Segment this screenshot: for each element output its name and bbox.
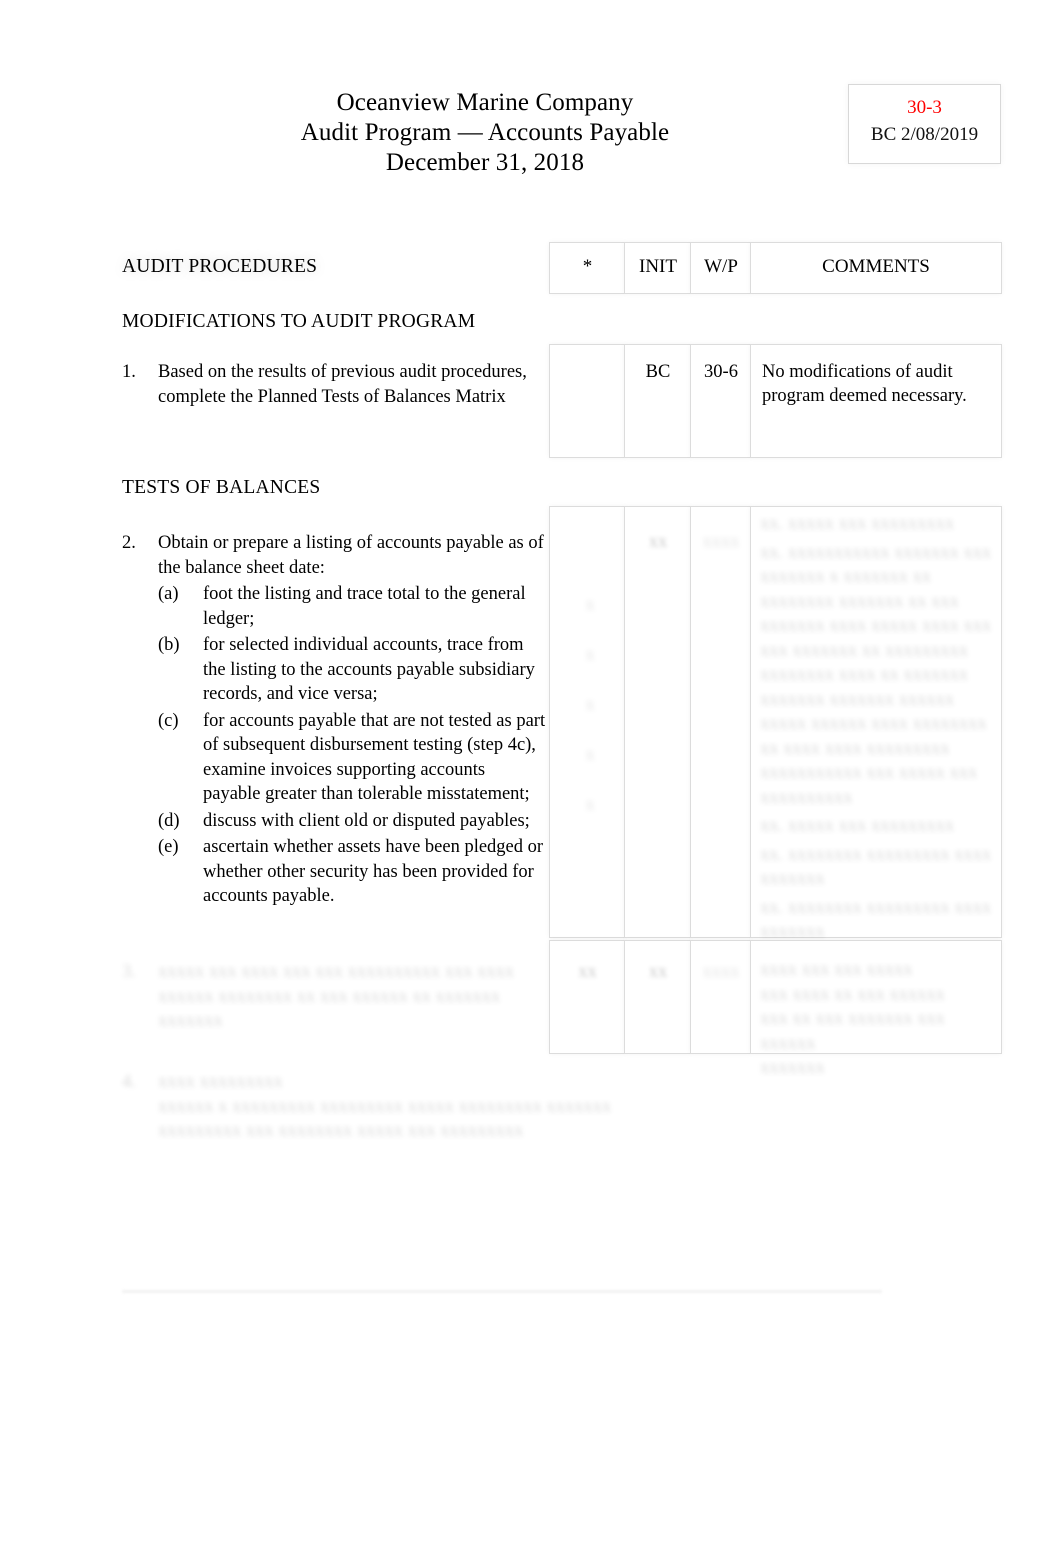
subitem-label: (a) bbox=[158, 584, 179, 604]
row3-comments-value: xxxx xxx xxx xxxxx xxx xxxx xx xxx xxxxx… bbox=[760, 958, 996, 1081]
star-mark: x bbox=[585, 745, 595, 765]
row2-wp-value: xxxx bbox=[690, 530, 752, 555]
subitem-text: for accounts payable that are not tested… bbox=[203, 710, 546, 805]
procedure-number: 3. bbox=[122, 962, 136, 982]
program-subtitle: Audit Program — Accounts Payable bbox=[300, 119, 670, 146]
column-header-wp: W/P bbox=[704, 256, 738, 277]
procedure-line: xxxxx xxx xxxx xxx xxx xxxxxxxxxx bbox=[158, 962, 441, 982]
column-header-procedures: AUDIT PROCEDURES bbox=[115, 251, 332, 284]
subitem-text: discuss with client old or disputed paya… bbox=[203, 810, 530, 831]
procedure-row-3: 3. xxxxx xxx xxxx xxx xxx xxxxxxxxxx xxx… bbox=[122, 960, 547, 1034]
subitem-text: ascertain whether assets have been pledg… bbox=[203, 837, 544, 906]
row2-star-marks: x x x x x bbox=[568, 580, 612, 830]
procedure-row-2: 2. Obtain or prepare a listing of accoun… bbox=[122, 531, 547, 909]
procedure-text: Based on the results of previous audit p… bbox=[158, 362, 527, 407]
subitem-text: foot the listing and trace total to the … bbox=[203, 584, 526, 629]
comment-line: xx. xxxxxxxx xxxxxxxxx xxxx xxxxxxx bbox=[760, 844, 992, 890]
comment-line: xxx xxxx xx xxx xxxxxx bbox=[760, 984, 945, 1005]
procedure-subitem: (a) foot the listing and trace total to … bbox=[158, 582, 547, 631]
star-mark: x bbox=[585, 795, 595, 815]
period-date: December 31, 2018 bbox=[385, 149, 585, 176]
procedure-number: 2. bbox=[122, 533, 136, 553]
row3-star-value: xx bbox=[578, 962, 597, 982]
procedure-subitem: (d) discuss with client old or disputed … bbox=[158, 809, 547, 834]
procedure-subitem: (b) for selected individual accounts, tr… bbox=[158, 633, 547, 707]
company-name: Oceanview Marine Company bbox=[336, 89, 634, 116]
row2-init-value: xx bbox=[648, 532, 668, 552]
page-title: Oceanview Marine Company Audit Program —… bbox=[120, 88, 850, 178]
section-heading-modifications: MODIFICATIONS TO AUDIT PROGRAM bbox=[122, 311, 476, 332]
comment-line: xx. xxxxxxxx xxxxxxxxx xxxx xxxxxxx bbox=[760, 897, 992, 943]
row2-cell-wp bbox=[690, 506, 752, 938]
comment-line: xx. xxxxxxxxxxx xxxxxxx xxx xxxxxxx x xx… bbox=[760, 542, 992, 808]
subitem-label: (d) bbox=[158, 810, 180, 831]
procedure-line: xxxx xxxxxxxxx bbox=[158, 1072, 283, 1092]
subitem-label: (c) bbox=[158, 710, 179, 731]
comment-line: xxx xx xxx xxxxxxx xxx xxxxxx bbox=[760, 1009, 945, 1054]
row1-init-value: BC bbox=[645, 362, 671, 382]
row3-cell-wp bbox=[690, 940, 752, 1054]
workpaper-signoff: BC 2/08/2019 bbox=[870, 124, 979, 145]
procedure-text: xxxx xxxxxxxxx xxxxxx x xxxxxxxxx xxxxxx… bbox=[158, 1070, 822, 1144]
procedure-text: Obtain or prepare a listing of accounts … bbox=[158, 533, 544, 578]
subitem-text: for selected individual accounts, trace … bbox=[203, 635, 535, 704]
footer-divider bbox=[122, 1290, 882, 1293]
row3-wp-value: xxxx bbox=[702, 962, 740, 982]
subitem-label: (b) bbox=[158, 635, 180, 655]
procedure-number: 1. bbox=[122, 362, 136, 382]
procedure-sublist: (a) foot the listing and trace total to … bbox=[158, 582, 547, 909]
row1-comments-value: No modifications of audit program deemed… bbox=[762, 362, 967, 406]
procedure-line: xxxxxx x xxxxxxxxx xxxxxxxxx xxxxx xxxxx… bbox=[158, 1096, 612, 1117]
procedure-line: xxxxxxxxx xxx xxxxxxxx xxxxx xxx xxxxxxx… bbox=[158, 1121, 524, 1141]
column-header-init: INIT bbox=[639, 256, 677, 277]
workpaper-reference-box: 30-3 BC 2/08/2019 bbox=[848, 84, 1001, 164]
comment-line: xx. xxxxx xxx xxxxxxxxx bbox=[760, 514, 955, 534]
subitem-label: (e) bbox=[158, 837, 179, 857]
row3-cell-star bbox=[549, 940, 626, 1054]
row1-cell-star bbox=[549, 344, 626, 458]
comment-line: xxxx xxx xxx xxxxx bbox=[760, 960, 913, 980]
procedure-text: xxxxx xxx xxxx xxx xxx xxxxxxxxxx xxx xx… bbox=[158, 960, 547, 1034]
comment-line: xx. xxxxx xxx xxxxxxxxx bbox=[760, 816, 955, 836]
document-page: Oceanview Marine Company Audit Program —… bbox=[0, 0, 1062, 1561]
column-header-comments: COMMENTS bbox=[822, 256, 930, 277]
section-heading-tests: TESTS OF BALANCES bbox=[122, 477, 321, 498]
procedure-number: 4. bbox=[122, 1072, 136, 1092]
row3-cell-init bbox=[624, 940, 692, 1054]
star-mark: x bbox=[585, 645, 595, 665]
row3-init-value: xx bbox=[648, 962, 668, 982]
star-mark: x bbox=[585, 695, 595, 715]
row1-wp-value: 30-6 bbox=[704, 362, 738, 382]
procedure-row-1: 1. Based on the results of previous audi… bbox=[122, 360, 547, 409]
row2-wp-text: xxxx bbox=[702, 532, 740, 552]
star-mark: x bbox=[585, 595, 595, 615]
workpaper-index: 30-3 bbox=[907, 97, 942, 118]
procedure-subitem: (c) for accounts payable that are not te… bbox=[158, 709, 547, 807]
procedure-subitem: (e) ascertain whether assets have been p… bbox=[158, 835, 547, 909]
row2-cell-init bbox=[624, 506, 692, 938]
row2-comments-value: xx. xxxxx xxx xxxxxxxxx xx. xxxxxxxxxxx … bbox=[760, 512, 996, 945]
procedure-row-4: 4. xxxx xxxxxxxxx xxxxxx x xxxxxxxxx xxx… bbox=[122, 1070, 822, 1144]
column-header-star: * bbox=[582, 256, 593, 277]
